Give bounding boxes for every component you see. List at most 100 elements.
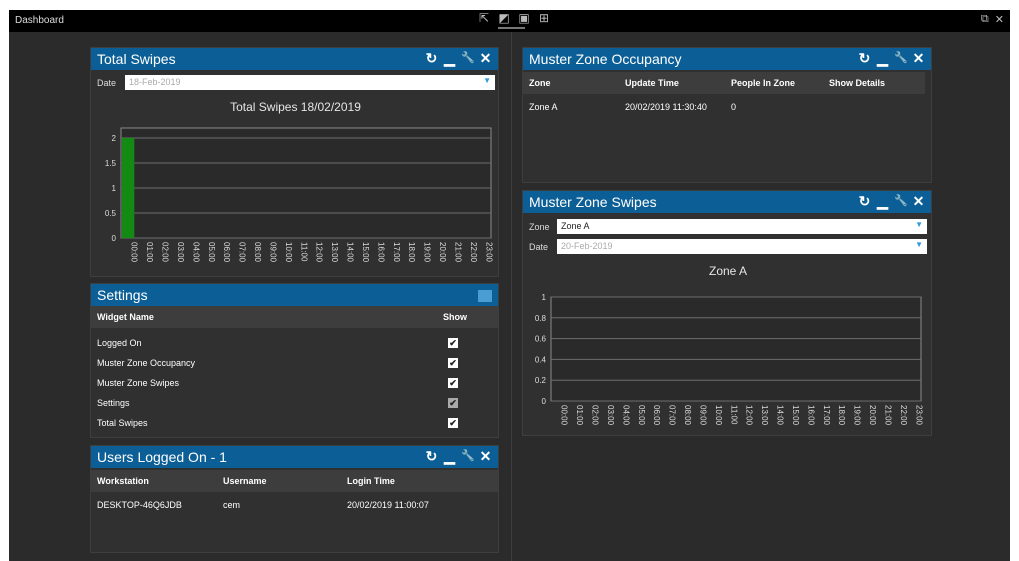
x-tick-label: 13:00 xyxy=(760,405,769,426)
show-checkbox[interactable]: ✔ xyxy=(448,358,458,368)
plot-area xyxy=(550,296,922,402)
minimize-icon[interactable]: ▁ xyxy=(876,193,889,210)
cell-people-in-zone: 0 xyxy=(731,102,737,112)
wrench-icon[interactable]: 🔧 xyxy=(894,50,908,67)
x-tick-label: 07:00 xyxy=(238,242,247,263)
frame-icon[interactable]: ▣ xyxy=(517,11,531,25)
widget-title: Muster Zone Swipes xyxy=(529,194,657,210)
date-label: Date xyxy=(529,242,549,252)
zone-label: Zone xyxy=(529,222,550,232)
x-tick-label: 16:00 xyxy=(376,242,385,263)
top-bar: Dashboard ⇱ ◩ ▣ ⊞ ⧉ ✕ xyxy=(9,10,1010,32)
show-checkbox[interactable]: ✔ xyxy=(448,398,458,408)
layout-icon[interactable]: ⊞ xyxy=(537,11,551,25)
chart-title: Total Swipes 18/02/2019 xyxy=(230,100,361,114)
settings-widget-name: Muster Zone Occupancy xyxy=(97,358,196,368)
users-logged-on-widget: Users Logged On - 1 ↻ ▁ 🔧 ✕ Workstation … xyxy=(90,445,499,553)
col-update-time: Update Time xyxy=(625,78,679,88)
total-swipes-chart: 0 0.5 1 1.5 2 00:00 01:00 02:00 03:00 04:00 05:00 0… xyxy=(105,127,493,263)
chevron-down-icon: ▼ xyxy=(483,76,491,85)
table-row[interactable]: DESKTOP-46Q6JDB cem 20/02/2019 11:00:07 xyxy=(91,498,498,514)
active-indicator xyxy=(498,27,525,29)
x-tick-label: 20:00 xyxy=(438,242,447,263)
table-row[interactable]: Zone A 20/02/2019 11:30:40 0 xyxy=(523,100,931,116)
cell-login-time: 20/02/2019 11:00:07 xyxy=(347,500,429,510)
minimize-icon[interactable] xyxy=(478,290,492,302)
col-show: Show xyxy=(443,312,467,322)
col-show-details: Show Details xyxy=(829,78,886,88)
restore-icon[interactable]: ⧉ xyxy=(981,13,989,26)
x-tick-label: 12:00 xyxy=(315,242,324,263)
muster-zone-swipes-widget: Muster Zone Swipes ↻ ▁ 🔧 ✕ Zone Zone A ▼… xyxy=(522,190,932,436)
x-tick-label: 21:00 xyxy=(883,405,892,426)
widget-header: Total Swipes ↻ ▁ 🔧 ✕ xyxy=(91,48,498,70)
close-icon[interactable]: ✕ xyxy=(912,193,925,210)
x-tick-label: 07:00 xyxy=(668,405,677,426)
x-tick-label: 19:00 xyxy=(423,242,432,263)
date-select[interactable]: 20-Feb-2019 ▼ xyxy=(557,239,927,254)
settings-row: Total Swipes ✔ xyxy=(91,414,498,433)
x-tick-label: 05:00 xyxy=(637,405,646,426)
settings-row: Settings ✔ xyxy=(91,394,498,413)
show-checkbox[interactable]: ✔ xyxy=(448,418,458,428)
x-tick-label: 04:00 xyxy=(191,242,200,263)
x-tick-label: 14:00 xyxy=(776,405,785,426)
widget-title: Settings xyxy=(97,287,148,303)
x-tick-label: 22:00 xyxy=(899,405,908,426)
x-tick-label: 10:00 xyxy=(714,405,723,426)
date-value: 20-Feb-2019 xyxy=(561,241,613,251)
chevron-down-icon: ▼ xyxy=(915,240,923,249)
wrench-icon[interactable]: 🔧 xyxy=(894,193,908,210)
refresh-icon[interactable]: ↻ xyxy=(858,193,871,210)
date-select[interactable]: 18-Feb-2019 ▼ xyxy=(125,75,495,90)
minimize-icon[interactable]: ▁ xyxy=(876,50,889,67)
y-tick-label: 0.4 xyxy=(535,355,547,364)
widget-header: Muster Zone Occupancy ↻ ▁ 🔧 ✕ xyxy=(523,48,931,70)
x-tick-label: 05:00 xyxy=(207,242,216,263)
refresh-icon[interactable]: ↻ xyxy=(858,50,871,67)
x-tick-label: 16:00 xyxy=(806,405,815,426)
total-swipes-widget: Total Swipes ↻ ▁ 🔧 ✕ Date 18-Feb-2019 ▼ … xyxy=(90,47,499,277)
users-table-header: Workstation Username Login Time xyxy=(91,470,498,492)
zone-value: Zone A xyxy=(561,221,590,231)
wrench-icon[interactable]: 🔧 xyxy=(461,50,475,67)
x-tick-label: 02:00 xyxy=(591,405,600,426)
chevron-down-icon: ▼ xyxy=(915,220,923,229)
zone-select[interactable]: Zone A ▼ xyxy=(557,219,927,234)
y-tick-label: 0.2 xyxy=(535,376,547,385)
chat-icon[interactable]: ◩ xyxy=(497,11,511,25)
col-username: Username xyxy=(223,476,267,486)
minimize-icon[interactable]: ▁ xyxy=(443,448,456,465)
cell-username: cem xyxy=(223,500,241,510)
close-icon[interactable]: ✕ xyxy=(995,13,1004,26)
y-tick-label: 0 xyxy=(112,234,117,243)
x-tick-label: 09:00 xyxy=(698,405,707,426)
widget-title: Muster Zone Occupancy xyxy=(529,51,682,67)
settings-widget-name: Settings xyxy=(97,398,130,408)
x-tick-label: 13:00 xyxy=(330,242,339,263)
show-checkbox[interactable]: ✔ xyxy=(448,378,458,388)
export-icon[interactable]: ⇱ xyxy=(477,11,491,25)
window-controls: ⧉ ✕ xyxy=(981,13,1004,26)
x-tick-label: 08:00 xyxy=(683,405,692,426)
x-tick-label: 03:00 xyxy=(176,242,185,263)
y-tick-label: 1 xyxy=(112,184,117,193)
refresh-icon[interactable]: ↻ xyxy=(425,50,438,67)
widget-controls: ↻ ▁ 🔧 ✕ xyxy=(425,50,492,67)
widget-controls: ↻ ▁ 🔧 ✕ xyxy=(425,448,492,465)
settings-widget-name: Muster Zone Swipes xyxy=(97,378,180,388)
refresh-icon[interactable]: ↻ xyxy=(425,448,438,465)
settings-table-header: Widget Name Show xyxy=(91,306,498,328)
close-icon[interactable]: ✕ xyxy=(479,50,492,67)
x-tick-label: 00:00 xyxy=(130,242,139,263)
muster-zone-occupancy-widget: Muster Zone Occupancy ↻ ▁ 🔧 ✕ Zone Updat… xyxy=(522,47,932,183)
close-icon[interactable]: ✕ xyxy=(912,50,925,67)
x-tick-label: 11:00 xyxy=(299,242,308,262)
show-checkbox[interactable]: ✔ xyxy=(448,338,458,348)
minimize-icon[interactable]: ▁ xyxy=(443,50,456,67)
x-tick-label: 06:00 xyxy=(222,242,231,263)
col-zone: Zone xyxy=(529,78,551,88)
close-icon[interactable]: ✕ xyxy=(479,448,492,465)
wrench-icon[interactable]: 🔧 xyxy=(461,448,475,465)
settings-widget: Settings Widget Name Show Logged On ✔ Must… xyxy=(90,283,499,438)
